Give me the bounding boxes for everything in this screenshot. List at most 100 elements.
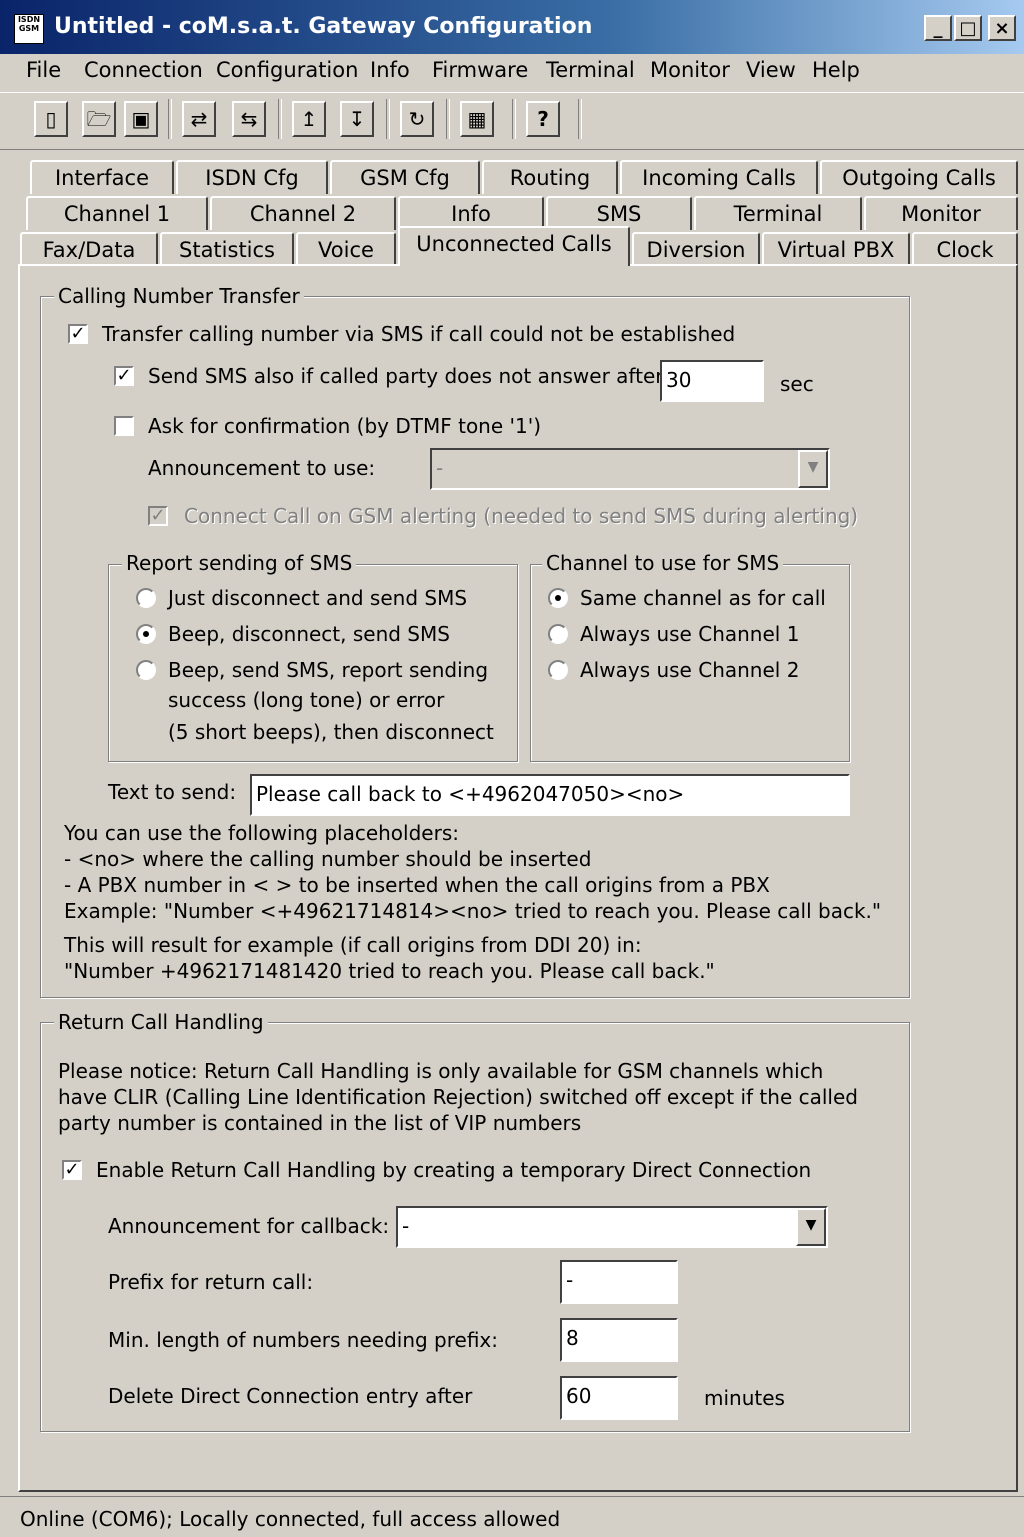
tab-info[interactable]: Info [398,196,544,230]
send-sms-noanswer-label: Send SMS also if called party does not a… [148,364,664,388]
channel-option-label: Always use Channel 2 [580,658,800,682]
tab-isdn-cfg[interactable]: ISDN Cfg [176,160,328,194]
monitor-icon[interactable]: ▦ [460,101,494,137]
result-text-line: "Number +4962171481420 tried to reach yo… [64,959,715,983]
status-text: Online (COM6); Locally connected, full a… [20,1507,561,1531]
minimize-button[interactable]: _ [924,15,952,41]
tab-sms[interactable]: SMS [546,196,692,230]
notice-line: have CLIR (Calling Line Identification R… [58,1085,858,1109]
tab-channel-1[interactable]: Channel 1 [26,196,208,230]
announcement-label: Announcement to use: [148,456,376,480]
menu-view[interactable]: View [746,58,796,82]
channel-option-label: Same channel as for call [580,586,826,610]
callback-announcement-value: - [402,1214,410,1238]
enable-return-call-checkbox[interactable]: ✓ [62,1160,82,1180]
noanswer-seconds-input[interactable]: 30 [660,360,764,402]
menu-file[interactable]: File [26,58,61,82]
menu-terminal[interactable]: Terminal [546,58,635,82]
report-radio-beep-report[interactable] [136,660,156,680]
prefix-input[interactable]: - [560,1260,678,1304]
new-document-icon[interactable]: ▯ [34,101,68,137]
report-option-label: Just disconnect and send SMS [168,586,468,610]
callback-announcement-label: Announcement for callback: [108,1214,390,1238]
close-button[interactable]: × [988,15,1016,41]
report-radio-beep-disconnect[interactable] [136,624,156,644]
tab-gsm-cfg[interactable]: GSM Cfg [330,160,480,194]
ask-confirmation-label: Ask for confirmation (by DTMF tone '1') [148,414,542,438]
result-text-line: This will result for example (if call or… [64,933,642,957]
chevron-down-icon[interactable]: ▼ [796,1208,826,1246]
notice-line: Please notice: Return Call Handling is o… [58,1059,824,1083]
send-sms-noanswer-checkbox[interactable]: ✓ [114,366,134,386]
upload-config-icon[interactable]: ↥ [292,101,326,137]
menu-bar: File Connection Configuration Info Firmw… [0,54,1024,90]
channel-radio-2[interactable] [548,660,568,680]
transfer-sms-checkbox[interactable]: ✓ [68,324,88,344]
announcement-select: - ▼ [430,448,830,490]
minlen-input[interactable]: 8 [560,1318,678,1362]
text-to-send-label: Text to send: [108,780,237,804]
report-option-label: Beep, disconnect, send SMS [168,622,450,646]
window-title: Untitled - coM.s.a.t. Gateway Configurat… [54,14,593,39]
menu-firmware[interactable]: Firmware [432,58,528,82]
tab-unconnected-calls[interactable]: Unconnected Calls [398,226,630,266]
ask-confirmation-checkbox[interactable] [114,416,134,436]
help-text-line: Example: "Number <+49621714814><no> trie… [64,899,882,923]
help-text-line: - A PBX number in < > to be inserted whe… [64,873,770,897]
download-config-icon[interactable]: ↧ [340,101,374,137]
sec-unit-label: sec [780,372,814,396]
connect-alerting-label: Connect Call on GSM alerting (needed to … [184,504,859,528]
text-to-send-input[interactable]: Please call back to <+4962047050><no> [250,774,850,816]
tab-incoming-calls[interactable]: Incoming Calls [620,160,818,194]
channel-radio-same[interactable] [548,588,568,608]
open-folder-icon[interactable]: 🗁 [82,101,116,137]
toolbar: ▯ 🗁 ▣ ⇄ ⇆ ↥ ↧ ↻ ▦ ? [0,92,1024,150]
tab-interface[interactable]: Interface [30,160,174,194]
report-option-label: Beep, send SMS, report sending [168,658,489,682]
delete-after-label: Delete Direct Connection entry after [108,1384,473,1408]
announcement-select-value: - [436,456,444,480]
help-text-line: - <no> where the calling number should b… [64,847,592,871]
callback-announcement-select[interactable]: - ▼ [396,1206,828,1248]
report-option-label-cont: (5 short beeps), then disconnect [168,720,494,744]
menu-configuration[interactable]: Configuration [216,58,358,82]
disconnect-icon[interactable]: ⇆ [232,101,266,137]
delete-after-input[interactable]: 60 [560,1376,678,1420]
menu-info[interactable]: Info [370,58,410,82]
menu-connection[interactable]: Connection [84,58,203,82]
maximize-button[interactable]: □ [954,15,982,41]
tab-diversion[interactable]: Diversion [632,232,760,266]
enable-return-call-label: Enable Return Call Handling by creating … [96,1158,812,1182]
tab-voice[interactable]: Voice [296,232,396,266]
connect-alerting-checkbox: ✓ [148,506,168,526]
tab-terminal[interactable]: Terminal [694,196,862,230]
save-disk-icon[interactable]: ▣ [124,101,158,137]
report-group-title: Report sending of SMS [122,551,357,575]
return-call-title: Return Call Handling [54,1010,268,1034]
status-bar: Online (COM6); Locally connected, full a… [0,1496,1024,1537]
minutes-unit-label: minutes [704,1386,785,1410]
tab-virtual-pbx[interactable]: Virtual PBX [762,232,910,266]
channel-radio-1[interactable] [548,624,568,644]
tab-monitor[interactable]: Monitor [864,196,1018,230]
help-icon[interactable]: ? [526,101,560,137]
tab-clock[interactable]: Clock [912,232,1018,266]
tab-routing[interactable]: Routing [482,160,618,194]
connect-icon[interactable]: ⇄ [182,101,216,137]
report-option-label-cont: success (long tone) or error [168,688,445,712]
tab-channel-2[interactable]: Channel 2 [210,196,396,230]
menu-monitor[interactable]: Monitor [650,58,730,82]
tab-statistics[interactable]: Statistics [160,232,294,266]
tab-fax-data[interactable]: Fax/Data [20,232,158,266]
prefix-label: Prefix for return call: [108,1270,314,1294]
refresh-icon[interactable]: ↻ [400,101,434,137]
notice-line: party number is contained in the list of… [58,1111,582,1135]
report-radio-just-disconnect[interactable] [136,588,156,608]
channel-group-title: Channel to use for SMS [542,551,784,575]
channel-option-label: Always use Channel 1 [580,622,800,646]
menu-help[interactable]: Help [812,58,860,82]
title-bar: ISDN GSM Untitled - coM.s.a.t. Gateway C… [0,0,1024,54]
tab-outgoing-calls[interactable]: Outgoing Calls [820,160,1018,194]
minlen-label: Min. length of numbers needing prefix: [108,1328,498,1352]
app-icon: ISDN GSM [14,14,44,44]
